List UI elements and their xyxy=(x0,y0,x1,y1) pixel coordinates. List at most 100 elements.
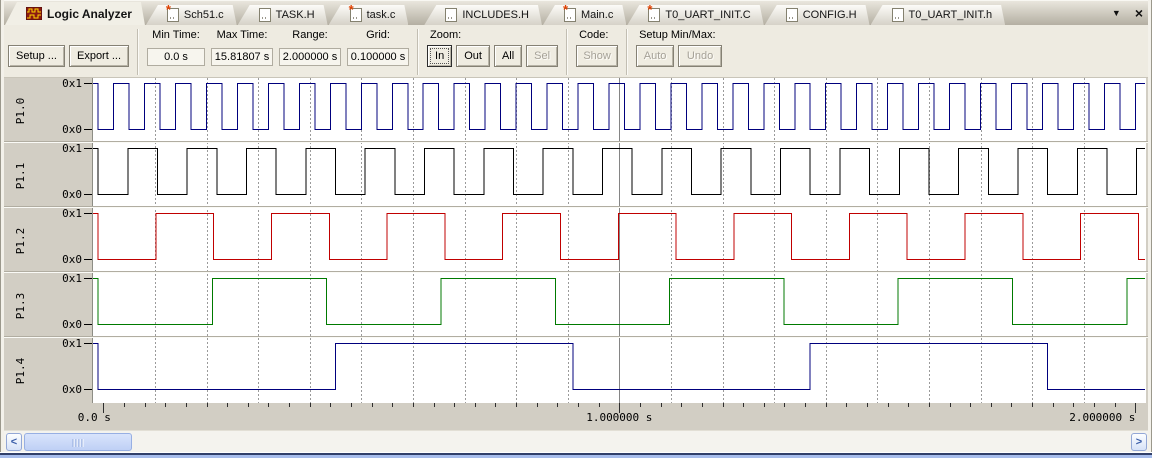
document-modified-icon xyxy=(648,8,660,22)
scroll-left-icon[interactable]: < xyxy=(6,433,22,451)
waveform-channel-1 xyxy=(93,148,1145,195)
minmax-auto-button: Auto xyxy=(636,45,675,67)
plot-area[interactable] xyxy=(92,78,1146,403)
zoom-in-button[interactable]: In xyxy=(427,45,453,67)
channel-cell-p1-3: P1.3 0x1 0x0 xyxy=(4,273,92,338)
row-separator xyxy=(0,206,1152,208)
tab-t0-uart-init-h[interactable]: T0_UART_INIT.h xyxy=(871,5,1006,25)
toolbar-separator xyxy=(566,29,569,75)
tab-config-h[interactable]: CONFIG.H xyxy=(765,5,870,25)
horizontal-scrollbar[interactable]: < > xyxy=(0,430,1152,452)
channel-cell-p1-1: P1.1 0x1 0x0 xyxy=(4,143,92,208)
code-show-button: Show xyxy=(576,45,619,67)
row-separator xyxy=(0,141,1152,143)
low-level-label: 0x0 xyxy=(62,383,92,396)
min-time-group: Min Time: 0.0 s xyxy=(147,27,206,71)
channel-name: P1.3 xyxy=(14,292,27,319)
axis-label-start: 0.0 s xyxy=(77,411,111,424)
channel-name: P1.4 xyxy=(14,357,27,384)
max-time-group: Max Time: 15.81807 s xyxy=(211,27,274,71)
tab-bar: Logic Analyzer Sch51.c TASK.H task.c INC… xyxy=(0,0,1152,25)
document-icon xyxy=(445,8,457,22)
zoom-all-button[interactable]: All xyxy=(493,45,523,67)
document-icon xyxy=(786,8,798,22)
tab-task-c[interactable]: task.c xyxy=(329,5,409,25)
document-icon xyxy=(259,8,271,22)
spacer-label xyxy=(8,27,129,45)
tab-list-dropdown-icon[interactable]: ▼ xyxy=(1112,6,1121,20)
document-modified-icon xyxy=(564,8,576,22)
tab-label: Sch51.c xyxy=(183,9,224,21)
code-group-label: Code: xyxy=(579,29,609,41)
tab-task-h[interactable]: TASK.H xyxy=(238,5,328,25)
channel-name: P1.1 xyxy=(14,162,27,189)
low-level-label: 0x0 xyxy=(62,123,92,136)
high-level-label: 0x1 xyxy=(62,207,92,220)
toolbar-separator xyxy=(417,29,420,75)
low-level-label: 0x0 xyxy=(62,188,92,201)
tab-label: task.c xyxy=(366,9,396,21)
setup-minmax-group: Setup Min/Max: Auto Undo xyxy=(636,27,723,71)
channel-label-column: P1.0 0x1 0x0 P1.1 0x1 0x0 P1.2 0x1 0x0 P… xyxy=(4,78,92,403)
channel-cell-p1-4: P1.4 0x1 0x0 xyxy=(4,338,92,403)
file-actions-group: Setup ... Export ... xyxy=(8,27,130,71)
tab-main-c[interactable]: Main.c xyxy=(543,5,626,25)
grid-field: 0.100000 s xyxy=(347,48,410,66)
grid-group: Grid: 0.100000 s xyxy=(347,27,410,71)
high-level-label: 0x1 xyxy=(62,272,92,285)
tabbar-controls: ▼ × xyxy=(1112,5,1143,21)
min-time-field: 0.0 s xyxy=(147,48,206,66)
close-icon[interactable]: × xyxy=(1135,6,1143,20)
tab-label: TASK.H xyxy=(275,9,315,21)
code-group: Code: Show xyxy=(576,27,619,71)
scroll-right-icon[interactable]: > xyxy=(1131,433,1147,451)
axis-ticks xyxy=(103,403,1136,413)
max-time-label: Max Time: xyxy=(216,29,268,41)
window-bottom-border xyxy=(0,452,1152,458)
tab-t0-uart-init-c[interactable]: T0_UART_INIT.C xyxy=(627,5,763,25)
document-icon xyxy=(892,8,904,22)
max-time-field: 15.81807 s xyxy=(211,48,274,66)
high-level-label: 0x1 xyxy=(62,337,92,350)
zoom-out-button[interactable]: Out xyxy=(456,45,490,67)
range-group: Range: 2.000000 s xyxy=(279,27,342,71)
low-level-label: 0x0 xyxy=(62,253,92,266)
high-level-label: 0x1 xyxy=(62,142,92,155)
channel-name: P1.0 xyxy=(14,97,27,124)
tab-label: T0_UART_INIT.C xyxy=(665,9,751,21)
channel-cell-p1-0: P1.0 0x1 0x0 xyxy=(4,78,92,143)
tab-label: INCLUDES.H xyxy=(462,9,529,21)
row-separator xyxy=(0,271,1152,273)
tab-strip: Logic Analyzer Sch51.c TASK.H task.c INC… xyxy=(5,2,1006,25)
range-label: Range: xyxy=(292,29,328,41)
low-level-label: 0x0 xyxy=(62,318,92,331)
waveform-panel: P1.0 0x1 0x0 P1.1 0x1 0x0 P1.2 0x1 0x0 P… xyxy=(0,78,1152,403)
setup-button[interactable]: Setup ... xyxy=(8,45,65,67)
tab-label: Main.c xyxy=(580,9,614,21)
zoom-group-label: Zoom: xyxy=(430,29,462,41)
window-right-border xyxy=(1148,0,1152,452)
tab-logic-analyzer[interactable]: Logic Analyzer xyxy=(5,2,145,25)
toolbar-separator xyxy=(626,29,629,75)
zoom-sel-button: Sel xyxy=(526,45,559,67)
tab-includes-h[interactable]: INCLUDES.H xyxy=(424,5,542,25)
row-separator xyxy=(0,336,1152,338)
zoom-group: Zoom: In Out All Sel xyxy=(427,27,559,71)
time-axis: 0.0 s 1.000000 s 2.000000 s xyxy=(0,403,1152,430)
tab-label: T0_UART_INIT.h xyxy=(908,9,993,21)
export-button[interactable]: Export ... xyxy=(68,45,130,67)
setup-minmax-label: Setup Min/Max: xyxy=(639,29,716,41)
logic-analyzer-icon xyxy=(26,7,42,20)
waveform-channel-4 xyxy=(93,343,1145,390)
channel-name: P1.2 xyxy=(14,227,27,254)
tab-sch51-c[interactable]: Sch51.c xyxy=(146,5,237,25)
high-level-label: 0x1 xyxy=(62,77,92,90)
document-modified-icon xyxy=(350,8,362,22)
minmax-undo-button: Undo xyxy=(678,45,723,67)
grid-label: Grid: xyxy=(366,29,390,41)
axis-label-middle: 1.000000 s xyxy=(586,411,653,424)
waveform-channel-3 xyxy=(93,278,1145,325)
scrollbar-thumb[interactable] xyxy=(24,433,132,451)
range-field: 2.000000 s xyxy=(279,48,342,66)
logic-analyzer-toolbar: Setup ... Export ... Min Time: 0.0 s Max… xyxy=(0,25,1152,78)
